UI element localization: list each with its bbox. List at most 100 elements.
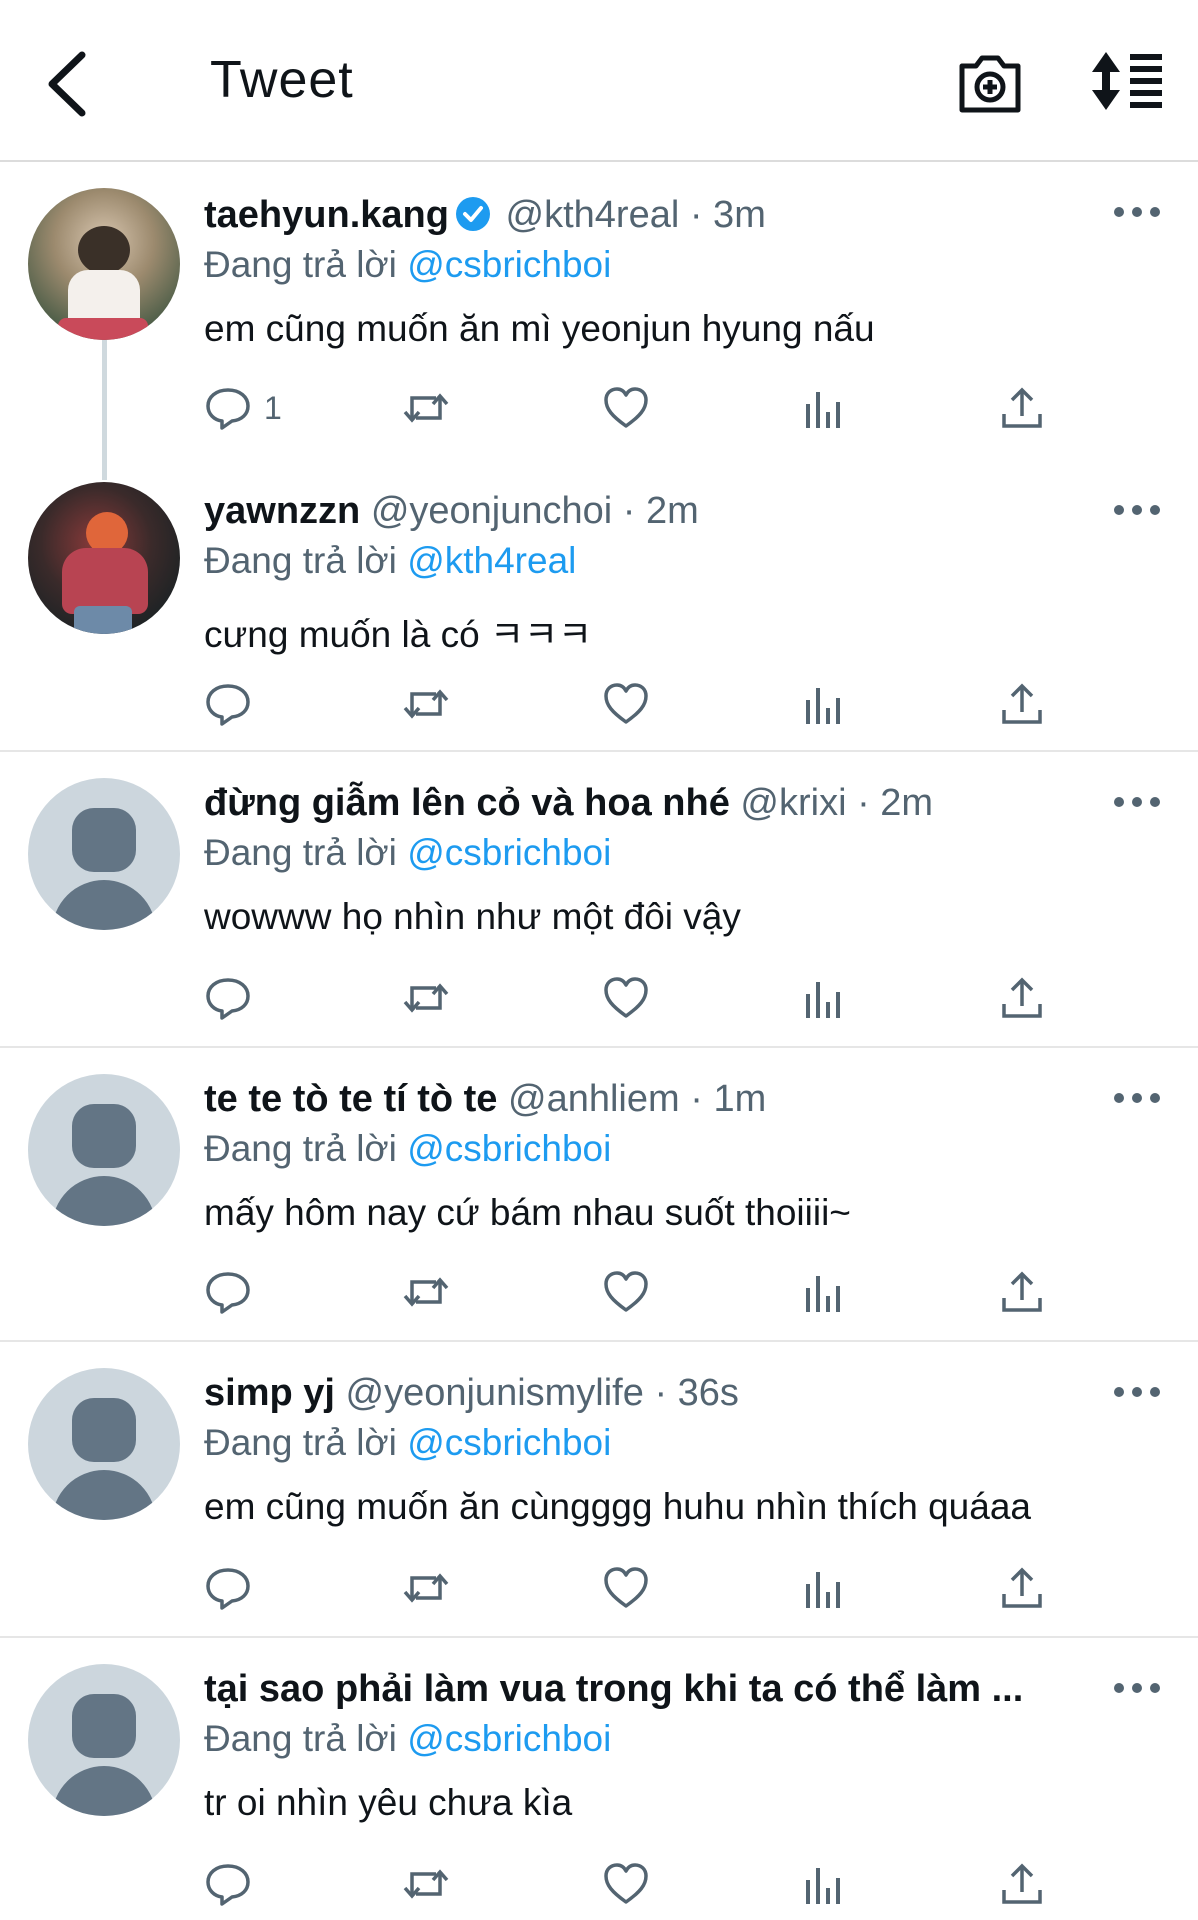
replying-prefix: Đang trả lời: [204, 832, 397, 873]
display-name[interactable]: taehyun.kang: [204, 194, 449, 236]
retweet-button[interactable]: [402, 1262, 450, 1322]
replying-prefix: Đang trả lời: [204, 244, 397, 285]
analytics-button[interactable]: [800, 1558, 848, 1618]
retweet-button[interactable]: [402, 1558, 450, 1618]
like-icon: [604, 1863, 648, 1904]
reply-icon: [206, 684, 250, 726]
analytics-button[interactable]: [800, 1262, 848, 1322]
tweet[interactable]: taehyun.kang @kth4real · 3m Đang trả lời…: [0, 164, 1198, 460]
more-options-icon[interactable]: [1112, 792, 1162, 812]
tweet[interactable]: te te tò te tí tò te @anhliem · 1m Đang …: [0, 1048, 1198, 1342]
timestamp: · 2m: [622, 490, 699, 532]
camera-button[interactable]: [956, 48, 1024, 116]
retweet-button[interactable]: [402, 968, 450, 1028]
reply-button[interactable]: [204, 1854, 252, 1914]
replying-to: Đang trả lời @csbrichboi: [204, 1128, 611, 1170]
retweet-icon: [403, 689, 449, 719]
analytics-button[interactable]: [800, 1854, 848, 1914]
avatar[interactable]: [28, 482, 180, 634]
tweet-text: em cũng muốn ăn cùngggg huhu nhìn thích …: [204, 1486, 1031, 1527]
like-button[interactable]: [602, 1558, 650, 1618]
replying-prefix: Đang trả lời: [204, 1718, 397, 1759]
tweet[interactable]: yawnzzn @yeonjunchoi · 2m Đang trả lời @…: [0, 460, 1198, 752]
analytics-icon: [806, 392, 840, 428]
mention-link[interactable]: @csbrichboi: [407, 244, 611, 285]
display-name[interactable]: yawnzzn: [204, 490, 360, 532]
more-options-icon[interactable]: [1112, 202, 1162, 222]
display-name[interactable]: simp yj: [204, 1372, 335, 1414]
more-options-icon[interactable]: [1112, 500, 1162, 520]
user-handle[interactable]: @kth4real: [506, 194, 680, 236]
sort-icon: [1092, 52, 1162, 110]
reply-button[interactable]: [204, 1262, 252, 1322]
tweet[interactable]: đừng giẫm lên cỏ và hoa nhé @krixi · 2m …: [0, 752, 1198, 1048]
timestamp: · 36s: [654, 1372, 739, 1414]
replying-to: Đang trả lời @csbrichboi: [204, 832, 611, 874]
avatar[interactable]: [28, 1664, 180, 1816]
avatar[interactable]: [28, 778, 180, 930]
display-name[interactable]: te te tò te tí tò te: [204, 1078, 497, 1120]
reply-icon: [206, 1272, 250, 1314]
like-button[interactable]: [602, 378, 650, 438]
retweet-button[interactable]: [402, 674, 450, 734]
share-icon: [1002, 387, 1042, 428]
share-icon: [1002, 1567, 1042, 1608]
share-button[interactable]: [998, 378, 1046, 438]
share-button[interactable]: [998, 674, 1046, 734]
analytics-button[interactable]: [800, 378, 848, 438]
reply-button[interactable]: [204, 674, 252, 734]
user-handle[interactable]: @krixi: [740, 782, 846, 824]
tweet[interactable]: tại sao phải làm vua trong khi ta có thể…: [0, 1638, 1198, 1920]
like-button[interactable]: [602, 1262, 650, 1322]
avatar[interactable]: [28, 1074, 180, 1226]
back-button[interactable]: [36, 44, 96, 124]
like-icon: [604, 683, 648, 724]
like-button[interactable]: [602, 968, 650, 1028]
share-button[interactable]: [998, 1854, 1046, 1914]
avatar[interactable]: [28, 1368, 180, 1520]
avatar[interactable]: [28, 188, 180, 340]
tweet-actions: [0, 1262, 1198, 1322]
share-button[interactable]: [998, 968, 1046, 1028]
display-name[interactable]: tại sao phải làm vua trong khi ta có thể…: [204, 1668, 1023, 1710]
mention-link[interactable]: @kth4real: [407, 540, 576, 581]
analytics-button[interactable]: [800, 968, 848, 1028]
user-handle[interactable]: @yeonjunismylife: [346, 1372, 644, 1414]
replying-prefix: Đang trả lời: [204, 1128, 397, 1169]
like-button[interactable]: [602, 1854, 650, 1914]
camera-plus-icon: [959, 55, 1021, 113]
sort-button[interactable]: [1090, 50, 1164, 112]
display-name[interactable]: đừng giẫm lên cỏ và hoa nhé: [204, 782, 730, 824]
more-options-icon[interactable]: [1112, 1382, 1162, 1402]
user-handle[interactable]: @anhliem: [508, 1078, 680, 1120]
reply-button[interactable]: [204, 968, 252, 1028]
tweet-text: em cũng muốn ăn mì yeonjun hyung nấu: [204, 308, 875, 349]
retweet-icon: [403, 1573, 449, 1603]
mention-link[interactable]: @csbrichboi: [407, 1128, 611, 1169]
share-button[interactable]: [998, 1262, 1046, 1322]
retweet-button[interactable]: [402, 1854, 450, 1914]
tweet-actions: [0, 1558, 1198, 1618]
analytics-button[interactable]: [800, 674, 848, 734]
tweet-text: cưng muốn là có ㅋㅋㅋ: [204, 614, 593, 655]
more-options-icon[interactable]: [1112, 1678, 1162, 1698]
retweet-icon: [403, 1869, 449, 1899]
mention-link[interactable]: @csbrichboi: [407, 1718, 611, 1759]
mention-link[interactable]: @csbrichboi: [407, 1422, 611, 1463]
reply-button[interactable]: [204, 1558, 252, 1618]
timestamp: · 3m: [689, 194, 766, 236]
share-button[interactable]: [998, 1558, 1046, 1618]
mention-link[interactable]: @csbrichboi: [407, 832, 611, 873]
reply-button[interactable]: 1: [204, 378, 282, 438]
retweet-button[interactable]: [402, 378, 450, 438]
replying-to: Đang trả lời @csbrichboi: [204, 1422, 611, 1464]
like-icon: [604, 1567, 648, 1608]
replying-prefix: Đang trả lời: [204, 540, 397, 581]
tweet[interactable]: simp yj @yeonjunismylife · 36s Đang trả …: [0, 1342, 1198, 1638]
tweet-actions: [0, 1854, 1198, 1914]
more-options-icon[interactable]: [1112, 1088, 1162, 1108]
user-handle[interactable]: @yeonjunchoi: [371, 490, 612, 532]
timestamp: · 2m: [857, 782, 934, 824]
share-icon: [1002, 1271, 1042, 1312]
like-button[interactable]: [602, 674, 650, 734]
